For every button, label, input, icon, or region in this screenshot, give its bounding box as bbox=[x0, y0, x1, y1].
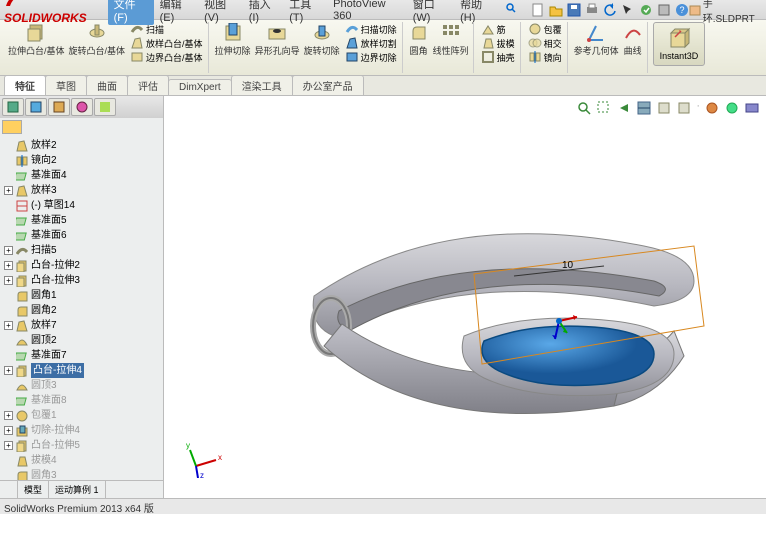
menu-photoview[interactable]: PhotoView 360 bbox=[329, 0, 407, 23]
hole-wizard-button[interactable]: 异形孔向导 bbox=[254, 22, 301, 64]
menu-edit[interactable]: 编辑(E) bbox=[156, 0, 199, 25]
tree-node[interactable]: 放样2 bbox=[4, 138, 159, 153]
tree-node[interactable]: 拔模4 bbox=[4, 453, 159, 468]
menu-search-icon[interactable] bbox=[501, 1, 521, 18]
new-icon[interactable] bbox=[531, 3, 545, 17]
help-icon[interactable]: ? bbox=[675, 3, 689, 17]
boundary-button[interactable]: 边界凸台/基体 bbox=[128, 50, 205, 64]
menu-tools[interactable]: 工具(T) bbox=[285, 0, 327, 25]
property-manager-tab[interactable] bbox=[25, 98, 47, 116]
extrude-cut-button[interactable]: 拉伸切除 bbox=[214, 22, 252, 64]
status-text: SolidWorks Premium 2013 x64 版 bbox=[4, 504, 154, 515]
tree-node[interactable]: +扫描5 bbox=[4, 243, 159, 258]
config-manager-tab[interactable] bbox=[48, 98, 70, 116]
command-manager-tabs: 特征 草图 曲面 评估 DimXpert 渲染工具 办公室产品 bbox=[0, 76, 766, 96]
tree-node[interactable]: +包覆1 bbox=[4, 408, 159, 423]
tree-node[interactable]: 圆角3 bbox=[4, 468, 159, 480]
display-manager-tab[interactable] bbox=[94, 98, 116, 116]
tree-node[interactable]: 基准面7 bbox=[4, 348, 159, 363]
revolve-boss-button[interactable]: 旋转凸台/基体 bbox=[68, 22, 127, 64]
tab-office[interactable]: 办公室产品 bbox=[292, 75, 364, 95]
status-bar: SolidWorks Premium 2013 x64 版 bbox=[0, 498, 766, 514]
loft-cut-button[interactable]: 放样切割 bbox=[343, 36, 399, 50]
intersect-button[interactable]: 相交 bbox=[526, 36, 564, 50]
extrude-boss-button[interactable]: 拉伸凸台/基体 bbox=[7, 22, 66, 64]
tab-dimxpert[interactable]: DimXpert bbox=[168, 79, 232, 95]
title-bar: SOLIDWORKS 文件(F) 编辑(E) 视图(V) 插入(I) 工具(T)… bbox=[0, 0, 766, 20]
svg-text:10: 10 bbox=[562, 260, 574, 271]
revolve-cut-button[interactable]: 旋转切除 bbox=[303, 22, 341, 64]
viewport[interactable]: · bbox=[164, 96, 766, 498]
tree-node[interactable]: 圆角1 bbox=[4, 288, 159, 303]
motion-tabs: 模型 运动算例 1 bbox=[0, 480, 163, 498]
tree-node[interactable]: +凸台-拉伸5 bbox=[4, 438, 159, 453]
tree-node[interactable]: 圆顶2 bbox=[4, 333, 159, 348]
loft-button[interactable]: 放样凸台/基体 bbox=[128, 36, 205, 50]
model-tab[interactable]: 模型 bbox=[18, 481, 49, 498]
tree-node[interactable]: 基准面6 bbox=[4, 228, 159, 243]
tree-node[interactable]: 基准面8 bbox=[4, 393, 159, 408]
quick-access-toolbar: ? bbox=[531, 3, 689, 17]
curves-button[interactable]: 曲线 bbox=[622, 22, 644, 58]
menu-file[interactable]: 文件(F) bbox=[108, 0, 154, 25]
rib-button[interactable]: 筋 bbox=[479, 22, 517, 36]
dimxpert-manager-tab[interactable] bbox=[71, 98, 93, 116]
manager-tabs bbox=[0, 96, 163, 118]
menu-insert[interactable]: 插入(I) bbox=[245, 0, 284, 25]
ribbon: 拉伸凸台/基体 旋转凸台/基体 扫描 放样凸台/基体 边界凸台/基体 拉伸切除 … bbox=[0, 20, 766, 76]
tree-node[interactable]: 镜向2 bbox=[4, 153, 159, 168]
menu-view[interactable]: 视图(V) bbox=[200, 0, 243, 25]
options-icon[interactable] bbox=[657, 3, 671, 17]
feature-manager-panel: 放样2镜向2基准面4+放样3(-) 草图14基准面5基准面6+扫描5+凸台-拉伸… bbox=[0, 96, 164, 498]
ref-geom-button[interactable]: 参考几何体 bbox=[573, 22, 620, 58]
tree-node[interactable]: +切除-拉伸4 bbox=[4, 423, 159, 438]
tab-sketch[interactable]: 草图 bbox=[45, 75, 87, 95]
undo-icon[interactable] bbox=[603, 3, 617, 17]
workspace: 放样2镜向2基准面4+放样3(-) 草图14基准面5基准面6+扫描5+凸台-拉伸… bbox=[0, 96, 766, 498]
wrap-button[interactable]: 包覆 bbox=[526, 22, 564, 36]
tree-node[interactable]: 基准面5 bbox=[4, 213, 159, 228]
menu-window[interactable]: 窗口(W) bbox=[409, 0, 454, 25]
feature-manager-tab[interactable] bbox=[2, 98, 24, 116]
open-icon[interactable] bbox=[549, 3, 563, 17]
fillet-button[interactable]: 圆角 bbox=[408, 22, 430, 58]
tree-node[interactable]: +放样7 bbox=[4, 318, 159, 333]
save-icon[interactable] bbox=[567, 3, 581, 17]
tree-node[interactable]: (-) 草图14 bbox=[4, 198, 159, 213]
menu-help[interactable]: 帮助(H) bbox=[456, 0, 499, 25]
svg-text:?: ? bbox=[680, 5, 685, 15]
shell-button[interactable]: 抽壳 bbox=[479, 50, 517, 64]
svg-text:z: z bbox=[200, 471, 204, 478]
tab-render[interactable]: 渲染工具 bbox=[231, 75, 293, 95]
tree-node[interactable]: 基准面4 bbox=[4, 168, 159, 183]
title-filename: 手环.SLDPRT bbox=[689, 0, 762, 25]
motion-study-tab[interactable]: 运动算例 1 bbox=[49, 481, 106, 498]
tree-filter[interactable] bbox=[0, 118, 163, 136]
print-icon[interactable] bbox=[585, 3, 599, 17]
feature-tree[interactable]: 放样2镜向2基准面4+放样3(-) 草图14基准面5基准面6+扫描5+凸台-拉伸… bbox=[0, 136, 163, 480]
boundary-cut-button[interactable]: 边界切除 bbox=[343, 50, 399, 64]
tab-features[interactable]: 特征 bbox=[4, 75, 46, 95]
rebuild-icon[interactable] bbox=[639, 3, 653, 17]
sweep-button[interactable]: 扫描 bbox=[128, 22, 205, 36]
mirror-button[interactable]: 镜向 bbox=[526, 50, 564, 64]
tree-node[interactable]: 圆顶3 bbox=[4, 378, 159, 393]
model-view: 10 bbox=[164, 96, 764, 496]
menu-bar: 文件(F) 编辑(E) 视图(V) 插入(I) 工具(T) PhotoView … bbox=[108, 0, 522, 25]
select-icon[interactable] bbox=[621, 3, 635, 17]
tree-node[interactable]: 圆角2 bbox=[4, 303, 159, 318]
tree-node[interactable]: +凸台-拉伸2 bbox=[4, 258, 159, 273]
view-triad: x y z bbox=[184, 438, 224, 478]
instant3d-button[interactable]: Instant3D bbox=[653, 22, 706, 66]
tree-node[interactable]: +凸台-拉伸4 bbox=[4, 363, 159, 378]
svg-text:y: y bbox=[186, 441, 190, 450]
sweep-cut-button[interactable]: 扫描切除 bbox=[343, 22, 399, 36]
tree-node[interactable]: +放样3 bbox=[4, 183, 159, 198]
svg-text:x: x bbox=[218, 453, 222, 462]
tree-node[interactable]: +凸台-拉伸3 bbox=[4, 273, 159, 288]
linear-pattern-button[interactable]: 线性阵列 bbox=[432, 22, 470, 58]
tab-evaluate[interactable]: 评估 bbox=[127, 75, 169, 95]
tab-surface[interactable]: 曲面 bbox=[86, 75, 128, 95]
draft-button[interactable]: 拔模 bbox=[479, 36, 517, 50]
